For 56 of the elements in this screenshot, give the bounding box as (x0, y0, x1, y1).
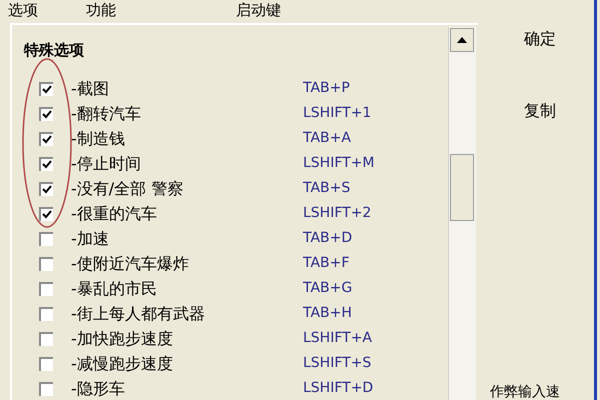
check-icon (42, 185, 52, 194)
option-label: -使附近汽车爆炸 (71, 252, 190, 274)
hotkey-text: TAB+D (303, 229, 352, 248)
hotkey-text: TAB+S (303, 179, 350, 198)
hotkey-text: TAB+A (303, 129, 351, 148)
hotkey-text: LSHIFT+A (303, 329, 372, 348)
checkbox[interactable] (39, 156, 53, 170)
check-icon (42, 110, 52, 119)
option-label: -没有/全部 警察 (71, 178, 184, 200)
checkbox[interactable] (39, 206, 53, 220)
option-label: -很重的汽车 (71, 202, 158, 224)
checkbox[interactable] (39, 82, 53, 96)
column-header[interactable]: 功能 (86, 0, 236, 22)
checkbox[interactable] (39, 306, 53, 320)
scroll-up-button[interactable] (450, 28, 474, 52)
hotkey-text: TAB+F (303, 254, 350, 273)
check-icon (42, 85, 52, 94)
checkbox[interactable] (39, 256, 53, 270)
column-header[interactable]: 选项 (8, 0, 86, 22)
hotkey-text: LSHIFT+1 (303, 104, 372, 123)
up-arrow-icon (457, 37, 467, 43)
check-icon (42, 135, 52, 144)
check-icon (42, 160, 52, 169)
column-header[interactable]: 启动键 (236, 0, 281, 22)
checkbox[interactable] (39, 282, 53, 296)
hotkey-text: LSHIFT+D (303, 379, 374, 398)
option-label: -停止时间 (71, 152, 142, 174)
option-label: -隐形车 (71, 378, 126, 400)
speed-label: 作弊输入速 (490, 383, 560, 400)
section-title: 特殊选项 (24, 40, 84, 61)
checkbox[interactable] (39, 232, 53, 246)
option-label: -暴乱的市民 (71, 278, 158, 300)
check-icon (42, 210, 52, 219)
dialog-button[interactable]: 确定 (500, 26, 580, 52)
dialog-button[interactable]: 复制 (500, 98, 580, 124)
checkbox[interactable] (39, 132, 53, 146)
hotkey-text: TAB+H (303, 304, 352, 323)
option-label: -加速 (71, 228, 110, 250)
hotkey-text: LSHIFT+2 (303, 204, 372, 223)
option-label: -加快跑步速度 (71, 328, 174, 350)
checkbox[interactable] (39, 332, 53, 346)
option-label: -减慢跑步速度 (71, 352, 174, 374)
checkbox[interactable] (39, 106, 53, 120)
option-label: -翻转汽车 (71, 102, 142, 124)
scrollbar[interactable] (448, 27, 476, 400)
hotkey-text: LSHIFT+S (303, 354, 372, 373)
hotkey-text: TAB+P (303, 79, 350, 98)
checkbox[interactable] (39, 182, 53, 196)
hotkey-text: TAB+G (303, 279, 352, 298)
option-label: -街上每人都有武器 (71, 302, 206, 324)
option-label: -制造钱 (71, 128, 126, 150)
checkbox[interactable] (39, 356, 53, 370)
scroll-thumb[interactable] (450, 154, 474, 221)
option-label: -截图 (71, 78, 110, 100)
hotkey-text: LSHIFT+M (303, 154, 375, 173)
checkbox[interactable] (39, 382, 53, 396)
